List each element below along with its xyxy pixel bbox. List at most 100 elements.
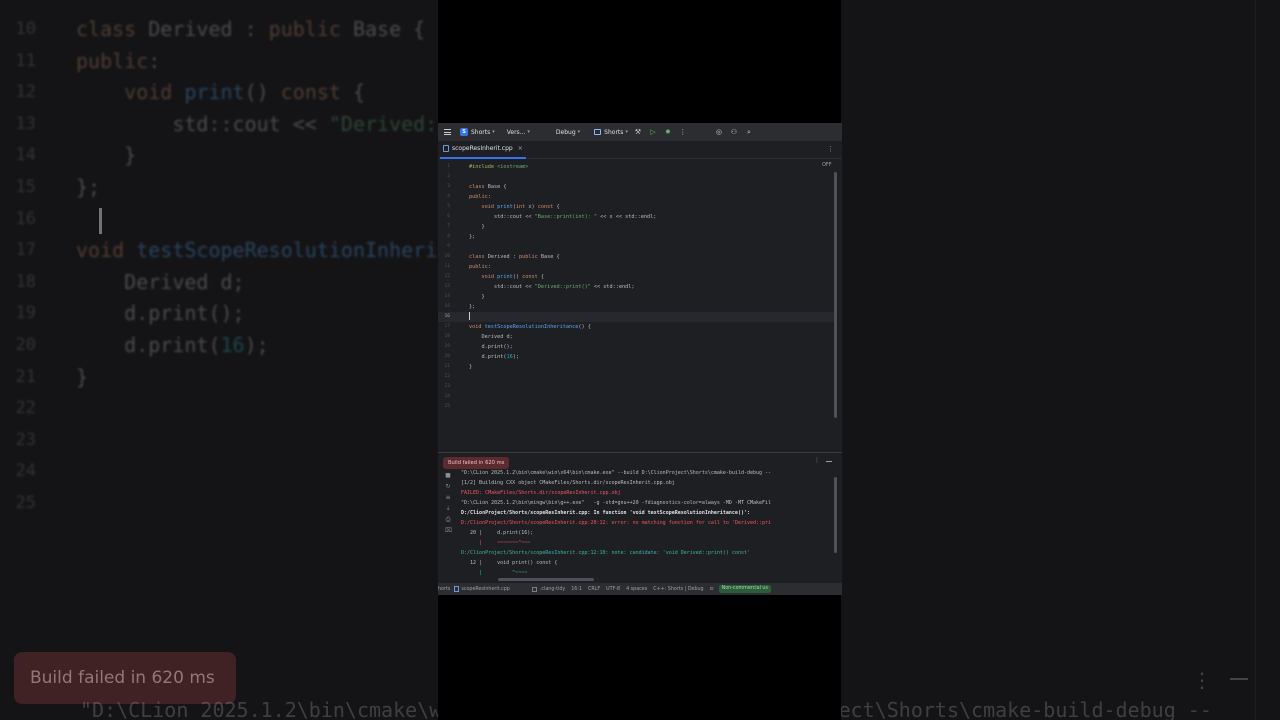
code-text: public: [469,264,491,270]
indent-setting[interactable]: 4 spaces [626,587,647,592]
stop-icon[interactable]: ■ [445,473,451,479]
line-number: 11 [444,264,450,269]
rerun-icon[interactable]: ↻ [445,484,451,490]
console-horizontal-scrollbar[interactable] [498,578,594,581]
editor-tab-bar: scopeResInherit.cpp × ⋮ [438,141,842,159]
line-separator[interactable]: CRLF [588,587,600,592]
backdrop-line-number: 11 [15,50,36,71]
console-line-note[interactable]: D:/ClionProject/Shorts/scopeResInherit.c… [461,548,837,558]
active-tab-indicator [440,157,526,159]
run-panel-toolbar: ■ ↻ ≡ ⇣ ⎙ ⌧ [443,473,453,539]
build-type-selector[interactable]: Debug ▾ [556,129,580,136]
code-line: 22 [438,372,834,382]
line-number: 6 [447,214,450,219]
code-text: std::cout << "Derived::print()" << std::… [469,284,635,290]
panel-options-icon[interactable]: ⋮ [814,457,820,464]
code-line: 4 public: [438,192,834,202]
config-icon [594,129,602,135]
cpp-file-icon [443,145,449,152]
backdrop-line-number: 21 [15,366,36,387]
project-name: Shorts [471,128,491,136]
code-line: 23 [438,382,834,392]
line-number: 23 [444,384,450,389]
line-number: 3 [447,184,450,189]
code-text: void testScopeResolutionInheritance() { [469,324,591,330]
code-text: void print() const { [481,274,545,280]
code-text: public: [469,194,491,200]
more-actions-icon[interactable]: ⋮ [678,127,688,137]
tab-scopeResInherit[interactable]: scopeResInherit.cpp × [443,145,523,152]
console-line-error[interactable]: D:/ClionProject/Shorts/scopeResInherit.c… [461,518,837,528]
code-editor[interactable]: OFF 1 #include <iostream> 2 3 class Base {… [438,160,842,452]
cpp-context[interactable]: C++: Shorts | Debug [653,587,703,592]
backdrop-line-number: 22 [15,398,36,419]
build-console-output[interactable]: "D:\CLion 2025.1.2\bin\cmake\win\x64\bin… [461,468,837,578]
code-line: 3 class Base { [438,182,834,192]
line-number: 8 [447,234,450,239]
line-number: 19 [444,344,450,349]
license-badge[interactable]: Non-commercial us [718,585,771,593]
clang-tidy-icon [531,586,537,592]
scroll-to-end-icon[interactable]: ⇣ [445,506,451,512]
code-line: 21} [438,362,834,372]
backdrop-line-number: 23 [15,429,36,450]
console-vertical-scrollbar[interactable] [834,477,837,553]
project-selector[interactable]: S Shorts ▾ [460,128,495,136]
project-badge: S [460,128,468,136]
clang-tidy-widget[interactable]: .clang-tidy [531,586,565,592]
line-number: 25 [444,404,450,409]
lock-icon[interactable]: ⊡ [710,587,714,592]
line-number: 10 [444,254,450,259]
tab-options-icon[interactable]: ⋮ [827,145,834,153]
code-line: 5 void print(int x) const { [438,202,834,212]
backdrop-line-number: 14 [15,145,36,166]
backdrop-line-number: 24 [15,461,36,482]
cpp-file-icon [454,586,460,592]
backdrop-divider [1255,0,1256,720]
code-text: #include <iostream> [469,164,529,170]
minimize-icon[interactable] [826,461,832,462]
add-user-icon[interactable]: ⚇ [729,127,739,137]
code-line: 9 [438,242,834,252]
vcs-selector[interactable]: Vers... ▾ [507,129,530,136]
code-line: 20 d.print(16); [438,352,834,362]
caret-position[interactable]: 16:1 [571,587,582,592]
backdrop-line-number: 19 [15,303,36,324]
backdrop-more-icon: ⋮ [1192,668,1212,692]
build-hammer-icon[interactable]: ⚒ [633,127,643,137]
code-text: } [469,364,473,370]
code-line: 10 class Derived : public Base { [438,252,834,262]
code-line: 19 d.print(); [438,342,834,352]
debug-icon[interactable]: ✹ [663,127,673,137]
close-icon[interactable]: × [518,145,523,152]
backdrop-build-toast: Build failed in 620 ms [14,652,236,704]
breadcrumb-file[interactable]: scopeResInherit.cpp [454,586,510,592]
code-text: d.print(); [469,344,513,350]
code-line: 1 #include <iostream> [438,162,834,172]
console-line: [1/2] Building CXX object CMakeFiles/Sho… [461,480,675,486]
file-encoding[interactable]: UTF-8 [606,587,620,592]
code-text: d.print(16); [469,354,519,360]
line-number: 24 [444,394,450,399]
code-line: 2 [438,172,834,182]
code-line: 14 } [438,292,834,302]
code-line: 17 void testScopeResolutionInheritance() … [438,322,834,332]
chevron-down-icon: ▾ [625,129,628,135]
main-menu-icon[interactable] [444,129,451,135]
text-caret [469,312,470,320]
line-number: 7 [447,224,450,229]
print-icon[interactable]: ⎙ [445,517,451,523]
backdrop-line-number: 10 [15,19,36,39]
console-line: "D:\CLion 2025.1.2\bin\cmake\win\x64\bin… [461,470,772,476]
breadcrumb-project[interactable]: horts [438,587,450,592]
soft-wrap-icon[interactable]: ≡ [445,495,451,501]
trash-icon[interactable]: ⌧ [445,528,452,534]
search-icon[interactable]: ⌕ [744,127,754,137]
ai-assistant-icon[interactable]: ◎ [714,127,724,137]
run-config-selector[interactable]: Shorts ▾ [594,129,628,136]
run-icon[interactable]: ▷ [648,127,658,137]
editor-scrollbar[interactable] [834,172,837,418]
backdrop-line-number: 16 [15,208,36,229]
